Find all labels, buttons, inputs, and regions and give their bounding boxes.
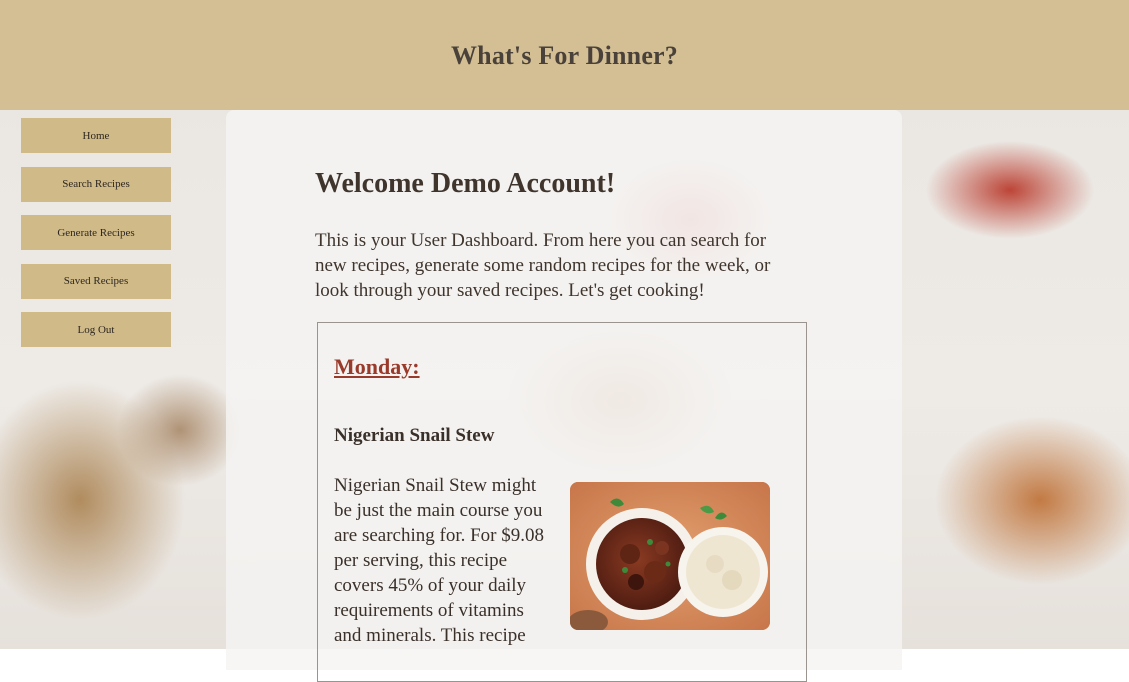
home-button[interactable]: Home	[21, 118, 171, 153]
site-title: What's For Dinner?	[450, 41, 678, 70]
saved-recipes-button[interactable]: Saved Recipes	[21, 263, 171, 299]
site-header: What's For Dinner?	[0, 0, 1129, 110]
recipe-image[interactable]	[570, 482, 770, 630]
dashboard-panel: Welcome Demo Account! This is your User …	[226, 110, 902, 682]
day-title: Monday:	[334, 354, 420, 379]
dashboard-intro: This is your User Dashboard. From here y…	[315, 230, 771, 301]
day-recipe-card: Monday: Nigerian Snail Stew Nigerian Sna…	[317, 322, 807, 682]
stew-photo-icon	[570, 482, 770, 630]
search-recipes-button[interactable]: Search Recipes	[21, 166, 171, 202]
sidebar-nav: Home Search Recipes Generate Recipes Sav…	[21, 118, 171, 361]
recipe-description: Nigerian Snail Stew might be just the ma…	[334, 475, 544, 646]
recipe-name[interactable]: Nigerian Snail Stew	[334, 425, 494, 447]
generate-recipes-button[interactable]: Generate Recipes	[21, 215, 171, 250]
welcome-heading: Welcome Demo Account!	[315, 168, 616, 199]
log-out-button[interactable]: Log Out	[21, 312, 171, 347]
